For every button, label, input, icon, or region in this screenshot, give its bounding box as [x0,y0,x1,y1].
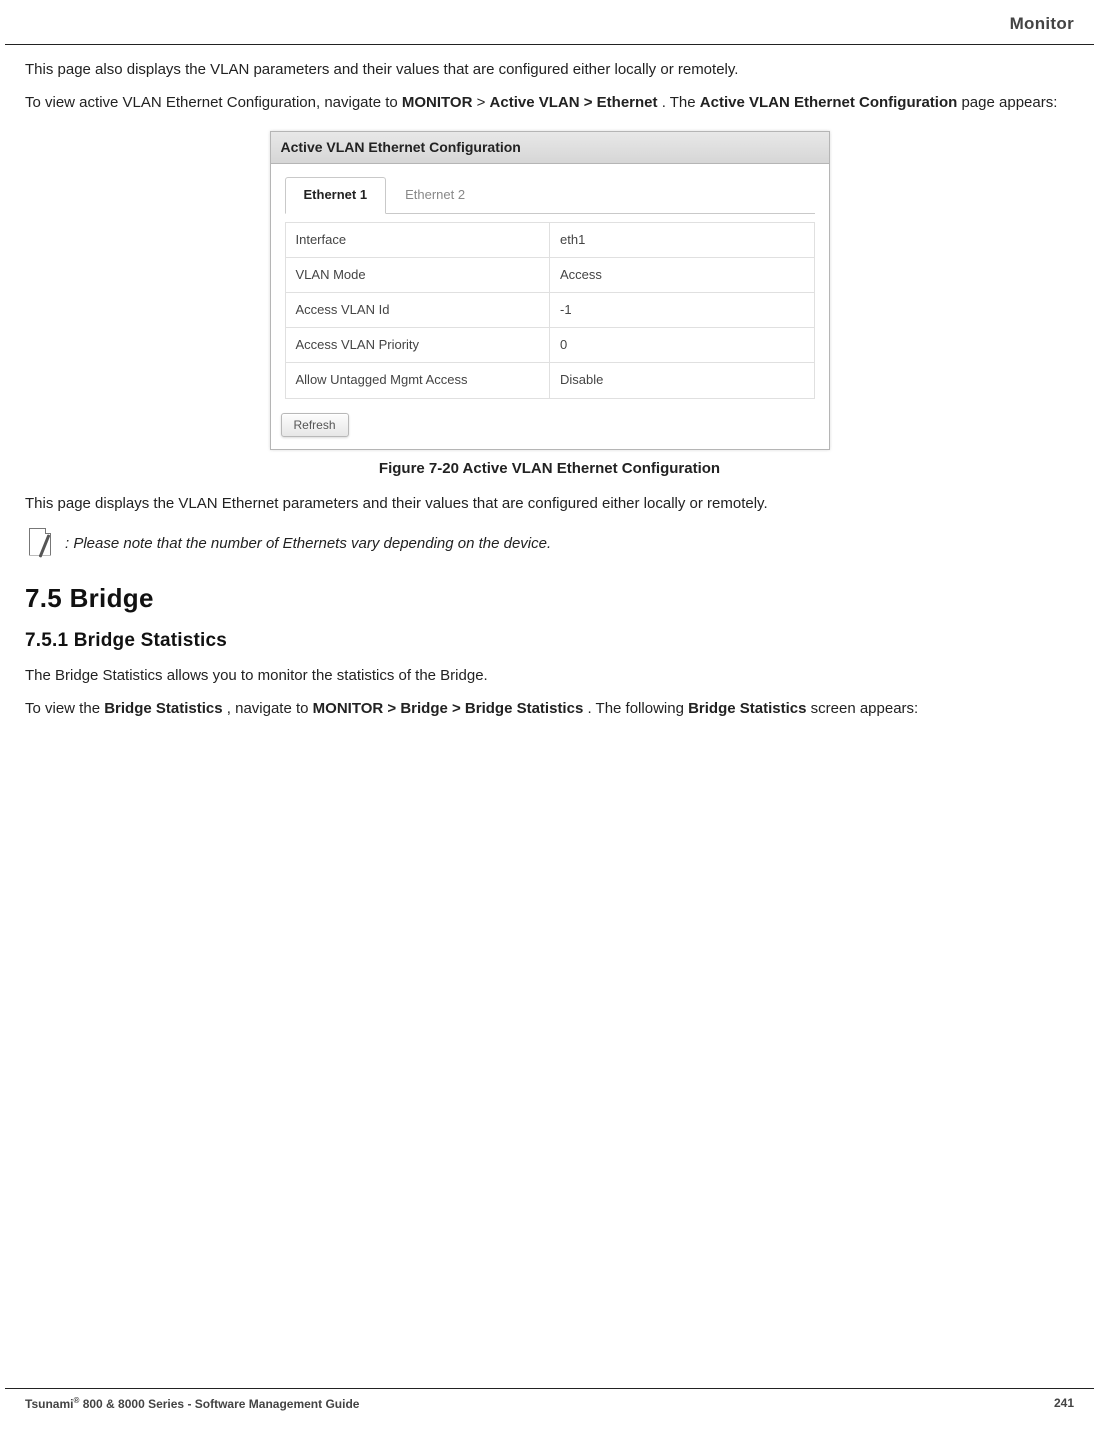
row-label: Access VLAN Priority [285,328,550,363]
vlan-values-table: Interface eth1 VLAN Mode Access Access V… [285,222,815,399]
document-page: Monitor This page also displays the VLAN… [0,0,1099,1429]
row-label: Interface [285,222,550,257]
heading-7-5-bridge: 7.5 Bridge [0,580,1074,616]
footer-page-number: 241 [1054,1395,1074,1413]
row-value: -1 [550,292,815,327]
table-row: VLAN Mode Access [285,257,814,292]
bridge-para-1: The Bridge Statistics allows you to moni… [25,665,1074,686]
refresh-button[interactable]: Refresh [281,413,349,437]
figure-7-20: Active VLAN Ethernet Configuration Ether… [25,131,1074,450]
figure-caption: Figure 7-20 Active VLAN Ethernet Configu… [25,458,1074,479]
intro-para-2: To view active VLAN Ethernet Configurati… [25,92,1074,113]
footer-left: Tsunami® 800 & 8000 Series - Software Ma… [25,1395,359,1413]
vlan-config-panel: Active VLAN Ethernet Configuration Ether… [270,131,830,450]
table-row: Access VLAN Priority 0 [285,328,814,363]
text: , navigate to [227,700,313,717]
page-footer: Tsunami® 800 & 8000 Series - Software Ma… [0,1395,1099,1413]
heading-7-5-1-bridge-statistics: 7.5.1 Bridge Statistics [0,628,1074,655]
footer-title: 800 & 8000 Series - Software Management … [79,1397,359,1411]
row-value: eth1 [550,222,815,257]
tab-ethernet-2[interactable]: Ethernet 2 [386,177,484,213]
row-label: Access VLAN Id [285,292,550,327]
text: To view active VLAN Ethernet Configurati… [25,94,402,111]
table-row: Allow Untagged Mgmt Access Disable [285,363,814,398]
note: : Please note that the number of Etherne… [25,526,1074,562]
nav-monitor: MONITOR [402,94,473,111]
bridge-para-2: To view the Bridge Statistics , navigate… [25,698,1074,719]
intro-para-1: This page also displays the VLAN paramet… [25,59,1074,80]
bold: MONITOR > Bridge > Bridge Statistics [313,700,584,717]
row-value: Disable [550,363,815,398]
row-label: Allow Untagged Mgmt Access [285,363,550,398]
row-value: 0 [550,328,815,363]
body: This page also displays the VLAN paramet… [0,59,1099,719]
page-header: Monitor [0,0,1099,44]
page-name-bold: Active VLAN Ethernet Configuration [700,94,958,111]
bold: Bridge Statistics [104,700,222,717]
note-icon [25,526,57,562]
note-text: : Please note that the number of Etherne… [65,533,551,554]
table-row: Access VLAN Id -1 [285,292,814,327]
row-label: VLAN Mode [285,257,550,292]
tab-ethernet-1[interactable]: Ethernet 1 [285,177,387,213]
tabstrip: Ethernet 1 Ethernet 2 [285,176,815,213]
panel-title: Active VLAN Ethernet Configuration [271,132,829,165]
row-value: Access [550,257,815,292]
after-figure-para: This page displays the VLAN Ethernet par… [25,493,1074,514]
panel-body: Ethernet 1 Ethernet 2 Interface eth1 VLA… [271,164,829,408]
footer-rule [5,1388,1094,1389]
text: screen appears: [811,700,919,717]
breadcrumb-sep: > [477,94,490,111]
table-row: Interface eth1 [285,222,814,257]
text: . The following [587,700,688,717]
nav-active-vlan-ethernet: Active VLAN > Ethernet [490,94,658,111]
bold: Bridge Statistics [688,700,806,717]
text: page appears: [961,94,1057,111]
footer-brand: Tsunami [25,1397,73,1411]
text: To view the [25,700,104,717]
header-rule [5,44,1094,45]
text: . The [662,94,700,111]
